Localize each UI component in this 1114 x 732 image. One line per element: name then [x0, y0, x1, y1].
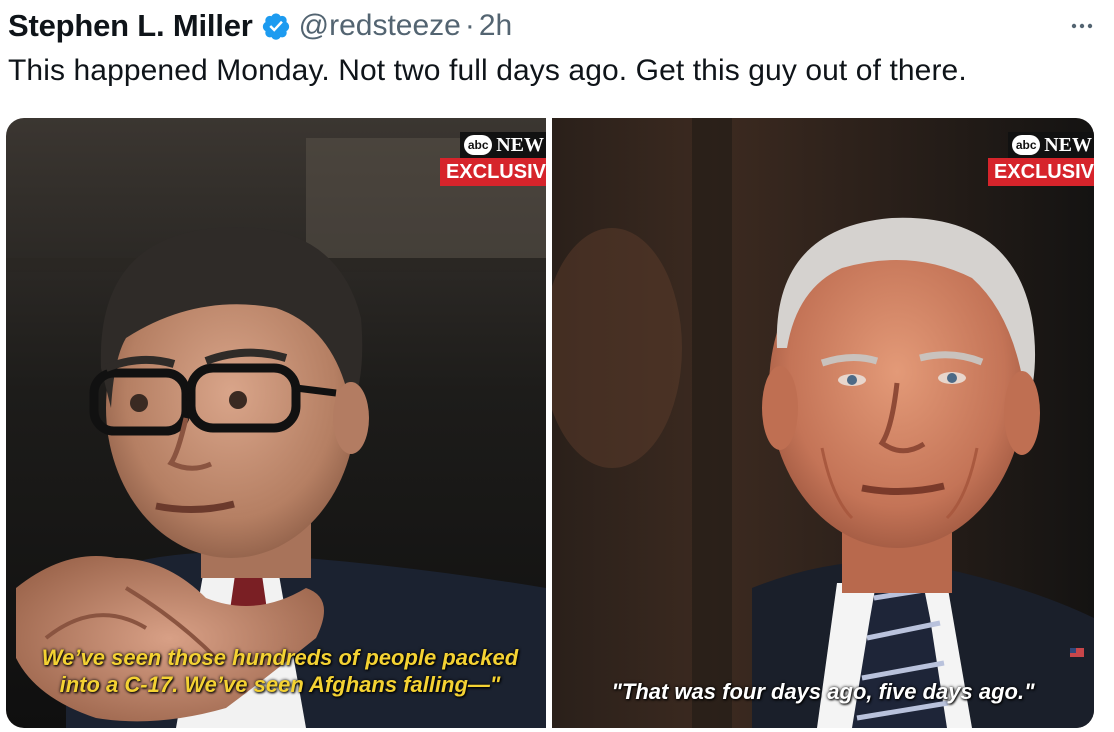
media-image-right[interactable]: abc NEW EXCLUSIV "That was four days ago… [552, 118, 1094, 728]
network-badge-left: abc NEW EXCLUSIV [439, 132, 546, 186]
tweet: Stephen L. Miller @redsteeze · 2h This h… [0, 0, 1114, 732]
tweet-media[interactable]: abc NEW EXCLUSIV We’ve seen those hundre… [6, 118, 1094, 728]
tweet-header: Stephen L. Miller @redsteeze · 2h [8, 4, 512, 48]
network-badge-right: abc NEW EXCLUSIV [987, 132, 1094, 186]
network-logo-right: abc NEW [1008, 132, 1094, 158]
exclusive-tag-left: EXCLUSIV [439, 158, 546, 186]
interviewer-frame-image [6, 118, 546, 728]
tweet-timestamp[interactable]: 2h [479, 9, 512, 43]
more-options-icon[interactable] [1064, 8, 1100, 44]
verified-badge-icon [261, 11, 291, 41]
subtitle-left: We’ve seen those hundreds of people pack… [24, 644, 536, 698]
tweet-text: This happened Monday. Not two full days … [8, 54, 967, 87]
network-label-left: NEW [496, 133, 544, 156]
interviewee-frame-image [552, 118, 1094, 728]
media-image-left[interactable]: abc NEW EXCLUSIV We’ve seen those hundre… [6, 118, 546, 728]
exclusive-tag-right: EXCLUSIV [987, 158, 1094, 186]
separator-dot: · [464, 9, 475, 42]
network-label-right: NEW [1044, 133, 1092, 156]
author-handle[interactable]: @redsteeze [299, 9, 461, 43]
abc-logo-icon: abc [464, 135, 493, 155]
subtitle-right: "That was four days ago, five days ago." [611, 679, 1035, 704]
subtitle-left-line1: We’ve seen those hundreds of people pack… [41, 645, 519, 670]
author-name[interactable]: Stephen L. Miller [8, 8, 253, 44]
network-logo-left: abc NEW [460, 132, 546, 158]
abc-logo-icon: abc [1012, 135, 1041, 155]
subtitle-left-line2: into a C-17. We’ve seen Afghans falling—… [59, 672, 501, 697]
